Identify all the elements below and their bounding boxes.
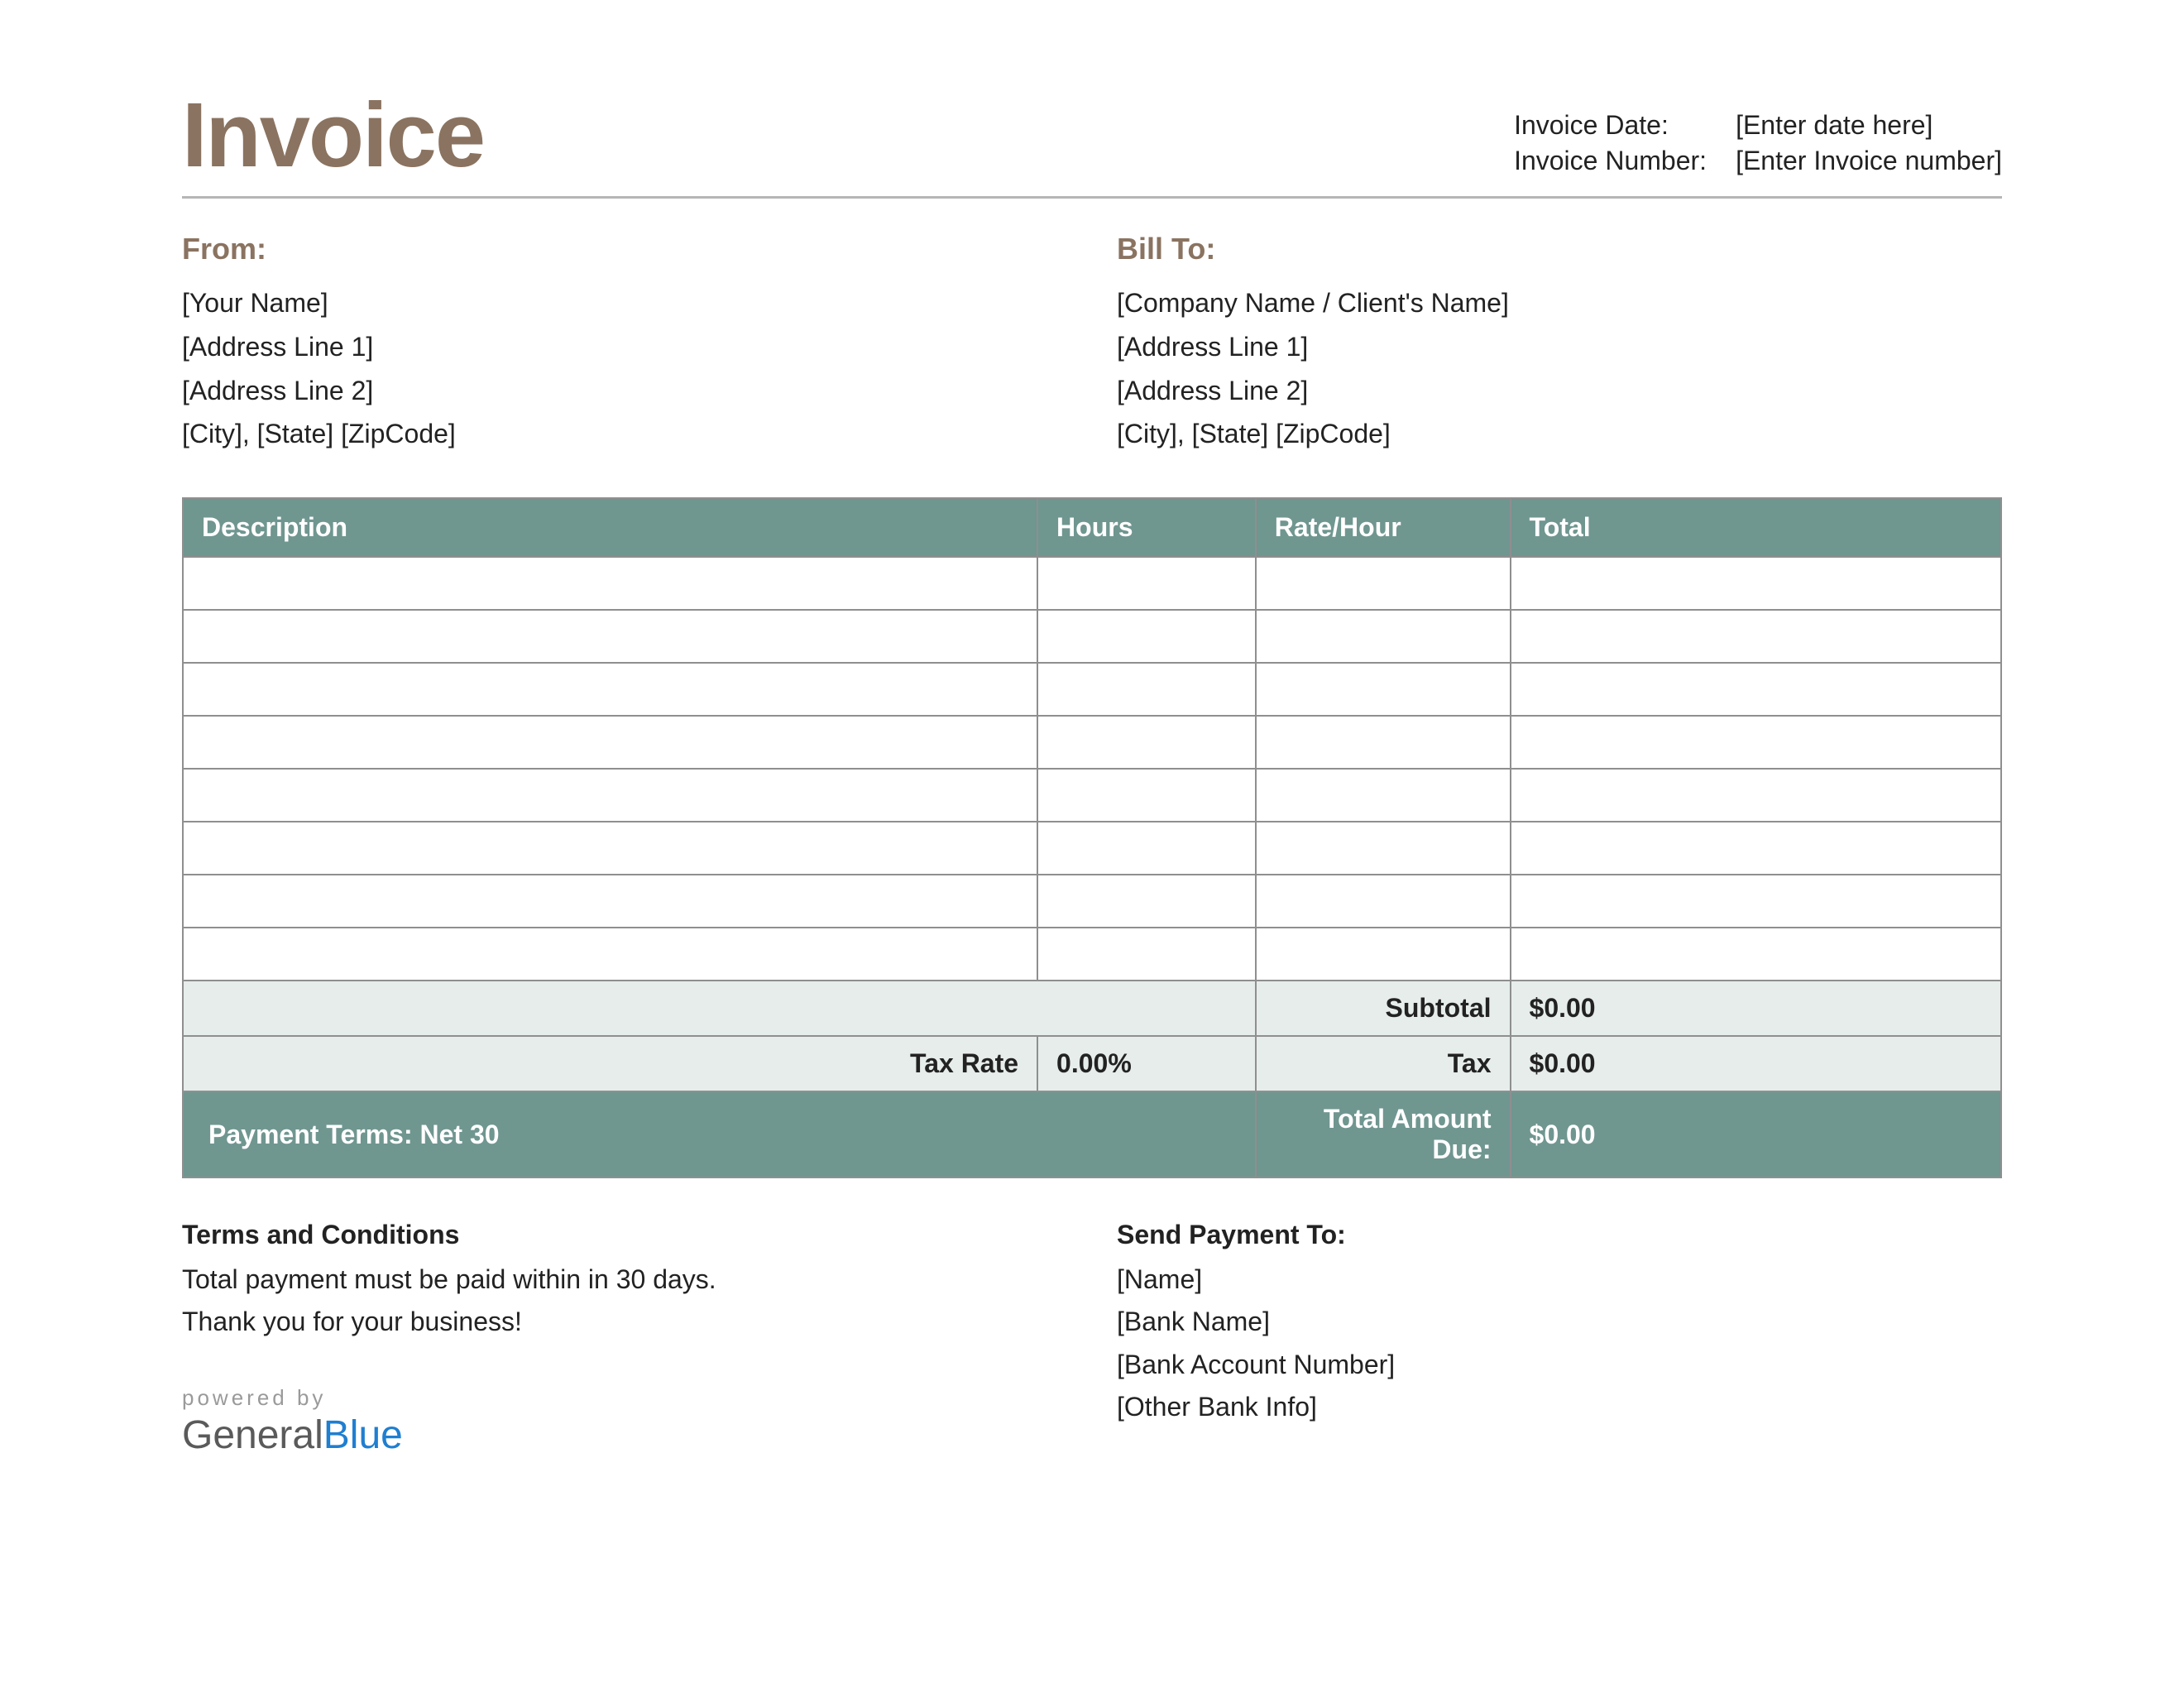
brand-part2: Blue <box>323 1413 403 1457</box>
table-row <box>183 716 2001 769</box>
table-cell[interactable] <box>1511 822 2001 875</box>
invoice-number-label: Invoice Number: <box>1514 146 1721 176</box>
from-line[interactable]: [Address Line 1] <box>182 325 1067 369</box>
table-cell[interactable] <box>1037 822 1256 875</box>
payment-line[interactable]: [Bank Account Number] <box>1117 1344 2002 1386</box>
billto-line[interactable]: [Company Name / Client's Name] <box>1117 281 2002 325</box>
powered-by-block: powered by GeneralBlue <box>182 1385 1067 1458</box>
table-cell[interactable] <box>183 769 1037 822</box>
table-cell[interactable] <box>1256 610 1511 663</box>
subtotal-label: Subtotal <box>1256 981 1511 1036</box>
payment-terms: Payment Terms: Net 30 <box>183 1091 1256 1177</box>
from-block: From: [Your Name] [Address Line 1] [Addr… <box>182 232 1067 456</box>
billto-line[interactable]: [City], [State] [ZipCode] <box>1117 412 2002 456</box>
payment-heading: Send Payment To: <box>1117 1220 2002 1250</box>
table-cell[interactable] <box>1037 557 1256 610</box>
total-due-value: $0.00 <box>1511 1091 2001 1177</box>
blank-cell <box>183 981 1037 1036</box>
table-cell[interactable] <box>183 610 1037 663</box>
tax-label: Tax <box>1256 1036 1511 1091</box>
table-cell[interactable] <box>1256 716 1511 769</box>
col-hours: Hours <box>1037 498 1256 557</box>
payment-line[interactable]: [Name] <box>1117 1259 2002 1301</box>
payment-line[interactable]: [Other Bank Info] <box>1117 1386 2002 1428</box>
table-cell[interactable] <box>1037 663 1256 716</box>
from-line[interactable]: [Address Line 2] <box>182 369 1067 413</box>
powered-by-label: powered by <box>182 1385 1067 1411</box>
invoice-header: Invoice Invoice Date: [Enter date here] … <box>182 83 2002 199</box>
table-cell[interactable] <box>1256 928 1511 981</box>
table-cell[interactable] <box>1037 928 1256 981</box>
table-cell[interactable] <box>1256 822 1511 875</box>
table-cell[interactable] <box>183 663 1037 716</box>
terms-heading: Terms and Conditions <box>182 1220 1067 1250</box>
from-line[interactable]: [City], [State] [ZipCode] <box>182 412 1067 456</box>
table-cell[interactable] <box>1256 769 1511 822</box>
col-description: Description <box>183 498 1037 557</box>
payment-line[interactable]: [Bank Name] <box>1117 1301 2002 1343</box>
table-cell[interactable] <box>183 716 1037 769</box>
from-heading: From: <box>182 232 1067 266</box>
footer-section: Terms and Conditions Total payment must … <box>182 1220 2002 1457</box>
table-row <box>183 663 2001 716</box>
table-cell[interactable] <box>1511 610 2001 663</box>
table-cell[interactable] <box>183 875 1037 928</box>
table-cell[interactable] <box>1256 557 1511 610</box>
blank-cell <box>1037 981 1256 1036</box>
line-items-table: Description Hours Rate/Hour Total Subtot… <box>182 497 2002 1178</box>
table-cell[interactable] <box>1037 769 1256 822</box>
table-cell[interactable] <box>1511 663 2001 716</box>
col-rate: Rate/Hour <box>1256 498 1511 557</box>
brand-part1: General <box>182 1413 323 1457</box>
table-cell[interactable] <box>1256 875 1511 928</box>
from-line[interactable]: [Your Name] <box>182 281 1067 325</box>
col-total: Total <box>1511 498 2001 557</box>
billto-line[interactable]: [Address Line 2] <box>1117 369 2002 413</box>
total-due-label: Total Amount Due: <box>1256 1091 1511 1177</box>
taxrate-label: Tax Rate <box>183 1036 1037 1091</box>
taxrate-value[interactable]: 0.00% <box>1037 1036 1256 1091</box>
table-cell[interactable] <box>183 822 1037 875</box>
payment-block: Send Payment To: [Name] [Bank Name] [Ban… <box>1117 1220 2002 1457</box>
invoice-number-value[interactable]: [Enter Invoice number] <box>1736 146 2002 176</box>
subtotal-value: $0.00 <box>1511 981 2001 1036</box>
invoice-date-value[interactable]: [Enter date here] <box>1736 110 1933 141</box>
table-row <box>183 928 2001 981</box>
addresses: From: [Your Name] [Address Line 1] [Addr… <box>182 232 2002 456</box>
table-cell[interactable] <box>1511 557 2001 610</box>
table-cell[interactable] <box>183 928 1037 981</box>
terms-line: Total payment must be paid within in 30 … <box>182 1259 1067 1301</box>
invoice-date-label: Invoice Date: <box>1514 110 1721 141</box>
table-cell[interactable] <box>183 557 1037 610</box>
billto-line[interactable]: [Address Line 1] <box>1117 325 2002 369</box>
page-title: Invoice <box>182 83 484 188</box>
table-row <box>183 822 2001 875</box>
terms-block: Terms and Conditions Total payment must … <box>182 1220 1067 1457</box>
table-cell[interactable] <box>1511 769 2001 822</box>
billto-heading: Bill To: <box>1117 232 2002 266</box>
table-row <box>183 610 2001 663</box>
table-row <box>183 875 2001 928</box>
tax-value: $0.00 <box>1511 1036 2001 1091</box>
table-cell[interactable] <box>1511 928 2001 981</box>
table-cell[interactable] <box>1037 716 1256 769</box>
table-cell[interactable] <box>1256 663 1511 716</box>
terms-line: Thank you for your business! <box>182 1301 1067 1343</box>
table-cell[interactable] <box>1037 610 1256 663</box>
table-cell[interactable] <box>1511 875 2001 928</box>
table-cell[interactable] <box>1037 875 1256 928</box>
billto-block: Bill To: [Company Name / Client's Name] … <box>1117 232 2002 456</box>
brand-logo: GeneralBlue <box>182 1412 1067 1458</box>
invoice-meta: Invoice Date: [Enter date here] Invoice … <box>1514 110 2002 188</box>
table-cell[interactable] <box>1511 716 2001 769</box>
table-row <box>183 769 2001 822</box>
table-row <box>183 557 2001 610</box>
